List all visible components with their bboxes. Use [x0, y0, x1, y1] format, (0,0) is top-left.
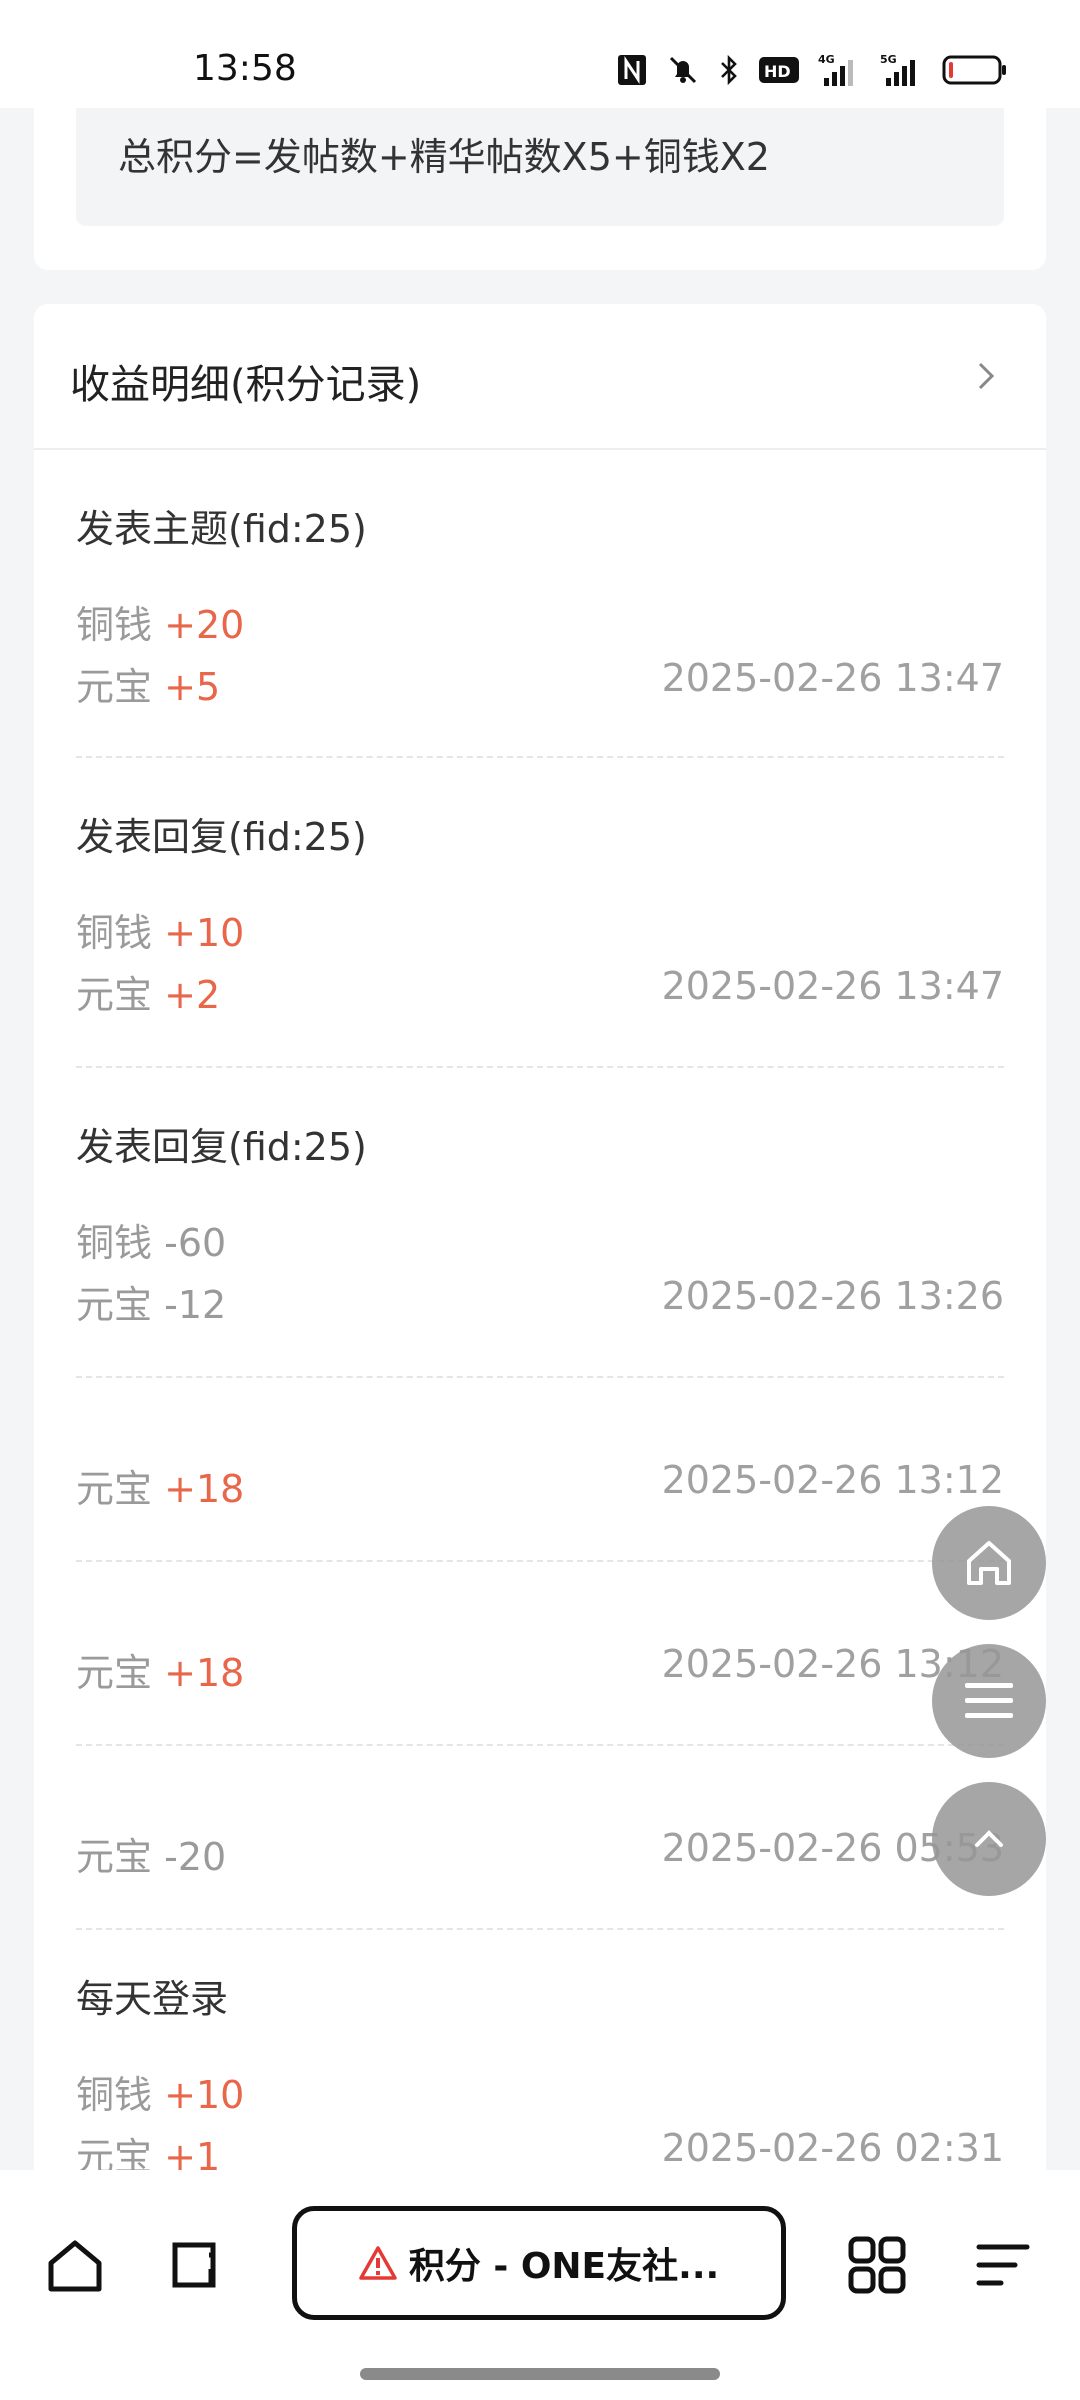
- menu-icon: [965, 1683, 1013, 1718]
- copper-label: 铜钱: [76, 603, 153, 647]
- ingot-label: 元宝: [76, 1467, 153, 1511]
- address-bar[interactable]: 积分 - ONE友社...: [292, 2206, 786, 2320]
- record-title: 发表回复(fid:25): [76, 1125, 367, 1169]
- status-bar: 13:58 HD 4G 5G: [0, 0, 1080, 108]
- record-title: 发表回复(fid:25): [76, 815, 367, 859]
- apps-button[interactable]: [842, 2230, 912, 2300]
- record-copper-line: 铜钱 +10: [76, 2064, 244, 2119]
- browser-bottom-toolbar: 积分 - ONE友社...: [0, 2170, 1080, 2400]
- chevron-right-icon[interactable]: [966, 356, 1006, 396]
- copper-amount: +10: [164, 2073, 245, 2117]
- browser-menu-button[interactable]: [968, 2230, 1038, 2300]
- svg-text:5G: 5G: [880, 53, 897, 66]
- record-item: 元宝 +18 2025-02-26 13:12: [76, 1378, 1004, 1562]
- copper-label: 铜钱: [76, 1221, 153, 1265]
- floating-home-button[interactable]: [932, 1506, 1046, 1620]
- ingot-label: 元宝: [76, 2135, 153, 2174]
- income-details-card: 收益明细(积分记录) 发表主题(fid:25) 铜钱 +20 元宝 +5 202…: [34, 304, 1046, 2174]
- record-copper-line: 铜钱 +10: [76, 902, 244, 957]
- record-ingot-line: 元宝 +1: [76, 2126, 220, 2174]
- copper-amount: +10: [164, 911, 245, 955]
- ingot-amount: +18: [164, 1651, 245, 1695]
- browser-tabs-button[interactable]: [162, 2230, 232, 2300]
- income-details-header[interactable]: 收益明细(积分记录): [34, 304, 1046, 450]
- home-icon: [967, 1541, 1011, 1585]
- gesture-home-indicator[interactable]: [360, 2368, 720, 2380]
- status-time: 13:58: [193, 48, 297, 89]
- record-ingot-line: 元宝 -20: [76, 1826, 226, 1881]
- record-item: 每天登录 铜钱 +10 元宝 +1 2025-02-26 02:31: [76, 1930, 1004, 2174]
- ingot-label: 元宝: [76, 665, 153, 709]
- signal-5g-icon: 5G: [880, 50, 924, 90]
- income-details-title: 收益明细(积分记录): [70, 362, 422, 408]
- apps-grid-icon: [848, 2236, 906, 2294]
- svg-text:4G: 4G: [818, 53, 835, 66]
- floating-scroll-top-button[interactable]: [932, 1782, 1046, 1896]
- record-title: 发表主题(fid:25): [76, 507, 367, 551]
- record-ingot-line: 元宝 +18: [76, 1642, 244, 1697]
- record-item: 元宝 +18 2025-02-26 13:12: [76, 1562, 1004, 1746]
- record-date: 2025-02-26 13:47: [661, 964, 1004, 1008]
- bluetooth-icon: [718, 50, 740, 90]
- copper-label: 铜钱: [76, 911, 153, 955]
- scroll-top-icon: [975, 1830, 1003, 1847]
- nfc-icon: [616, 50, 648, 90]
- formula-text: 总积分=发帖数+精华帖数X5+铜钱X2: [118, 135, 770, 179]
- ingot-label: 元宝: [76, 1835, 153, 1879]
- home-icon: [48, 2240, 102, 2292]
- ingot-label: 元宝: [76, 1651, 153, 1695]
- battery-low-icon: [942, 50, 1008, 90]
- ingot-label: 元宝: [76, 973, 153, 1017]
- record-item: 发表回复(fid:25) 铜钱 -60 元宝 -12 2025-02-26 13…: [76, 1068, 1004, 1378]
- record-date: 2025-02-26 13:47: [661, 656, 1004, 700]
- ingot-amount: -12: [164, 1283, 227, 1327]
- record-ingot-line: 元宝 +2: [76, 964, 220, 1019]
- ingot-amount: -20: [164, 1835, 227, 1879]
- record-ingot-line: 元宝 -12: [76, 1274, 226, 1329]
- ingot-label: 元宝: [76, 1283, 153, 1327]
- record-date: 2025-02-26 02:31: [661, 2126, 1004, 2170]
- ingot-amount: +2: [164, 973, 221, 1017]
- hd-icon: HD: [758, 50, 800, 90]
- record-copper-line: 铜钱 +20: [76, 594, 244, 649]
- record-date: 2025-02-26 13:12: [661, 1458, 1004, 1502]
- signal-4g-icon: 4G: [818, 50, 862, 90]
- ingot-amount: +18: [164, 1467, 245, 1511]
- record-title: 每天登录: [76, 1977, 229, 2021]
- record-ingot-line: 元宝 +18: [76, 1458, 244, 1513]
- menu-icon: [976, 2244, 1030, 2286]
- browser-home-button[interactable]: [40, 2230, 110, 2300]
- warning-icon: [359, 2246, 397, 2280]
- floating-menu-button[interactable]: [932, 1644, 1046, 1758]
- record-copper-line: 铜钱 -60: [76, 1212, 226, 1267]
- copper-amount: -60: [164, 1221, 227, 1265]
- ingot-amount: +5: [164, 665, 221, 709]
- formula-card: 总积分=发帖数+精华帖数X5+铜钱X2: [34, 108, 1046, 270]
- record-ingot-line: 元宝 +5: [76, 656, 220, 711]
- tabs-icon: [172, 2242, 216, 2288]
- record-item: 发表回复(fid:25) 铜钱 +10 元宝 +2 2025-02-26 13:…: [76, 758, 1004, 1068]
- address-bar-title: 积分 - ONE友社...: [408, 2246, 720, 2287]
- record-date: 2025-02-26 13:26: [661, 1274, 1004, 1318]
- copper-amount: +20: [164, 603, 245, 647]
- record-item: 发表主题(fid:25) 铜钱 +20 元宝 +5 2025-02-26 13:…: [76, 450, 1004, 758]
- formula-box: 总积分=发帖数+精华帖数X5+铜钱X2: [76, 108, 1004, 226]
- status-icons: HD 4G 5G: [616, 48, 1008, 92]
- copper-label: 铜钱: [76, 2073, 153, 2117]
- ingot-amount: +1: [164, 2135, 221, 2174]
- svg-text:HD: HD: [764, 62, 791, 81]
- bell-muted-icon: [666, 50, 700, 90]
- record-item: 元宝 -20 2025-02-26 05:53: [76, 1746, 1004, 1930]
